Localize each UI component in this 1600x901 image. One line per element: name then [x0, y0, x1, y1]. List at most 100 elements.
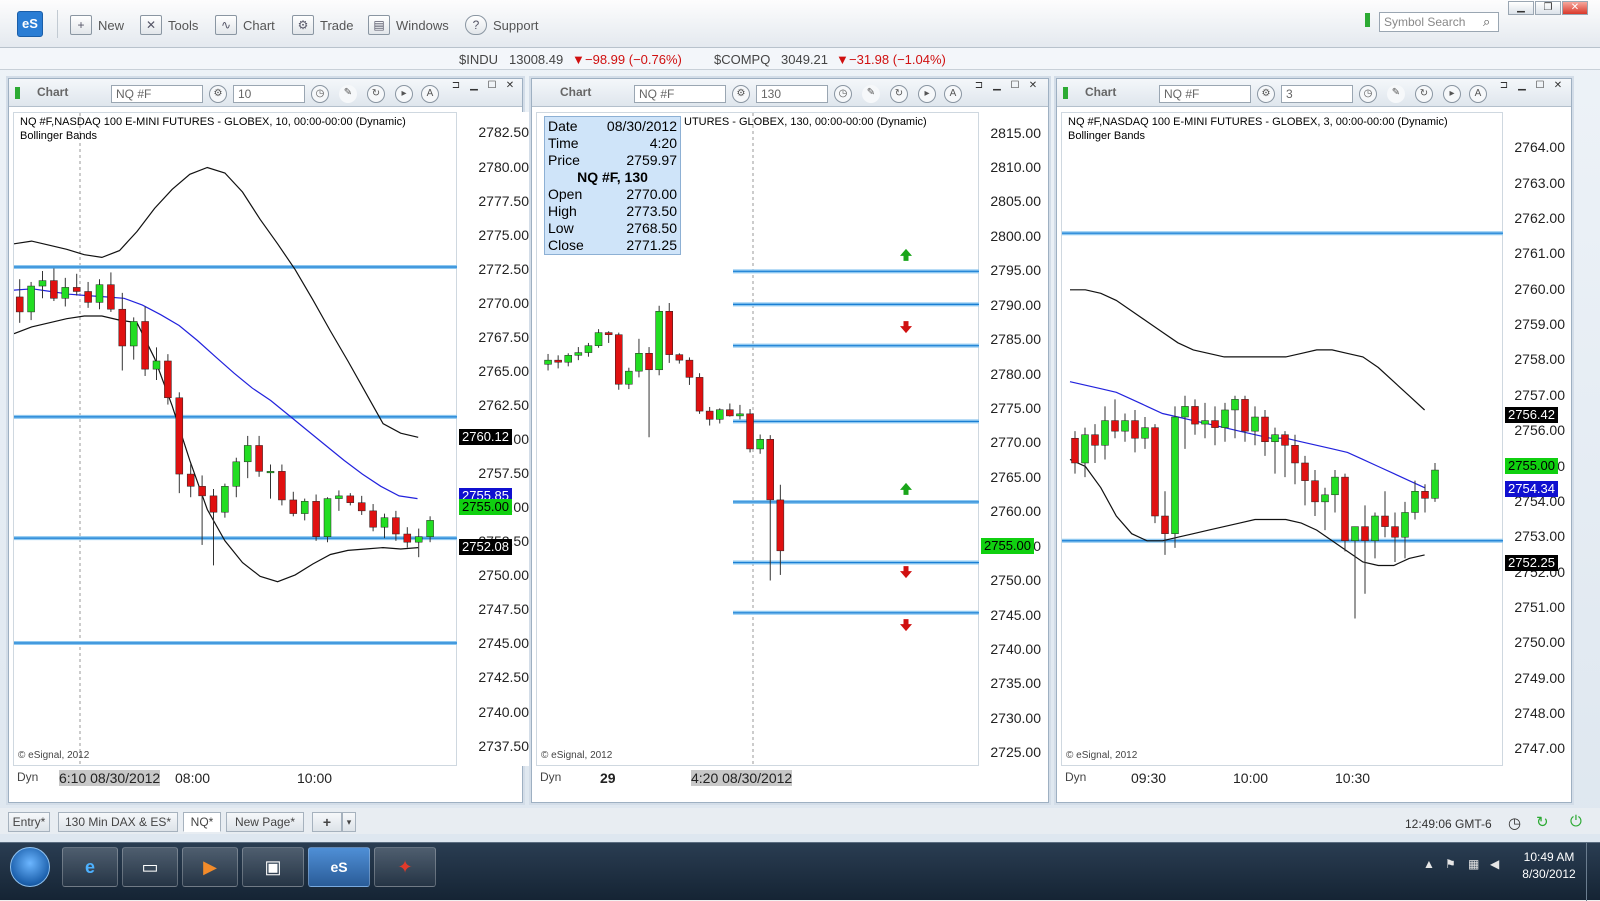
tab-130-min-dax-es[interactable]: 130 Min DAX & ES* [58, 812, 178, 832]
candle-body [1411, 491, 1419, 513]
indu-symbol[interactable]: $INDU [459, 52, 498, 67]
minimize-button[interactable]: ▁ [1508, 1, 1534, 15]
candle-body [152, 360, 161, 370]
candle-body [300, 501, 309, 514]
chart-button[interactable]: ∿ Chart [215, 14, 275, 36]
tools-button[interactable]: ✕ Tools [140, 14, 198, 36]
panel-menu-icon[interactable]: ⊐ [1497, 80, 1511, 92]
y-tick-label: 2753.00 [1514, 528, 1565, 545]
price-axis[interactable]: 2782.50 2780.00 2777.50 2775.00 2772.50 2770.… [457, 112, 533, 766]
refresh-icon[interactable]: ↻ [1415, 85, 1433, 103]
interval-combo[interactable]: 10 [233, 85, 305, 103]
power-icon[interactable]: ⏻ [1570, 813, 1582, 830]
compq-symbol[interactable]: $COMPQ [714, 52, 770, 67]
esignal-taskbar-icon[interactable]: eS [308, 847, 370, 887]
media-player-icon[interactable]: ▶ [182, 847, 238, 887]
price-plot[interactable]: UTURES - GLOBEX, 130, 00:00-00:00 (Dynam… [536, 112, 980, 767]
explorer-folder-icon[interactable]: ▭ [122, 847, 178, 887]
refresh-icon[interactable]: ↻ [367, 85, 385, 103]
dyn-label[interactable]: Dyn [17, 770, 38, 784]
price-axis[interactable]: 2764.00 2763.00 2762.00 2761.00 2760.00 2759.… [1503, 112, 1569, 766]
panel-close-icon[interactable]: ✕ [1026, 80, 1040, 92]
close-button[interactable]: ✕ [1562, 1, 1588, 15]
gear-icon[interactable]: ⚙ [209, 85, 227, 103]
price-plot[interactable]: NQ #F,NASDAQ 100 E-MINI FUTURES - GLOBEX… [1061, 112, 1504, 766]
symbol-combo[interactable]: NQ #F [1159, 85, 1251, 103]
symbol-combo[interactable]: NQ #F [634, 85, 726, 103]
clock-icon[interactable]: ◷ [1359, 85, 1377, 103]
refresh-icon[interactable]: ↻ [890, 85, 908, 103]
pencil-icon[interactable]: ✎ [862, 85, 880, 103]
windows-button[interactable]: ▤ Windows [368, 14, 449, 36]
candle-body [141, 321, 149, 370]
panel-maximize-icon[interactable]: ☐ [485, 80, 499, 92]
panel-close-icon[interactable]: ✕ [503, 80, 517, 92]
time-axis[interactable]: Dyn 09:30 10:00 10:30 [1061, 768, 1503, 788]
network-icon[interactable]: ▦ [1468, 857, 1479, 871]
candle-body [209, 495, 218, 513]
dyn-label[interactable]: Dyn [1065, 770, 1086, 784]
candle-body [1101, 420, 1109, 446]
clock-icon[interactable]: ◷ [834, 85, 852, 103]
alert-icon[interactable]: A [421, 85, 439, 103]
y-tick-label: 2780.00 [990, 365, 1041, 382]
panel-menu-icon[interactable]: ⊐ [972, 80, 986, 92]
panel-minimize-icon[interactable]: ▁ [990, 80, 1004, 92]
chart-window-130min[interactable]: Chart NQ #F ⚙ 130 ◷ ✎ ↻ ▸ A ⊐ ▁ ☐ ✕ UTUR… [531, 78, 1049, 803]
play-icon[interactable]: ▸ [918, 85, 936, 103]
symbol-combo[interactable]: NQ #F [111, 85, 203, 103]
interval-combo[interactable]: 3 [1281, 85, 1353, 103]
pencil-icon[interactable]: ✎ [1387, 85, 1405, 103]
tab-new-page[interactable]: New Page* [226, 812, 304, 832]
panel-minimize-icon[interactable]: ▁ [1515, 80, 1529, 92]
tab-nq[interactable]: NQ* [183, 812, 221, 832]
trade-button[interactable]: ⚙ Trade [292, 14, 353, 36]
start-button[interactable] [10, 847, 50, 887]
restore-button[interactable]: ❐ [1535, 1, 1561, 15]
connection-icon[interactable]: ↻ [1536, 813, 1549, 831]
play-icon[interactable]: ▸ [395, 85, 413, 103]
price-plot[interactable]: NQ #F,NASDAQ 100 E-MINI FUTURES - GLOBEX… [13, 112, 458, 767]
panel-close-icon[interactable]: ✕ [1551, 80, 1565, 92]
windows-taskbar: e ▭ ▶ ▣ eS ✦ ▲ ⚑ ▦ ◀ 10:49 AM 8/30/2012 [0, 842, 1600, 901]
panel-minimize-icon[interactable]: ▁ [467, 80, 481, 92]
pencil-icon[interactable]: ✎ [339, 85, 357, 103]
time-axis[interactable]: Dyn 29 4:20 08/30/2012 [536, 768, 979, 788]
panel-maximize-icon[interactable]: ☐ [1008, 80, 1022, 92]
tab-menu-icon[interactable]: ▾ [342, 812, 356, 832]
remote-desktop-icon[interactable]: ▣ [242, 847, 304, 887]
new-button[interactable]: + New [70, 14, 124, 36]
price-axis[interactable]: 2815.00 2810.00 2805.00 2800.00 2795.00 2790.… [979, 112, 1045, 766]
tab-entry[interactable]: Entry* [8, 812, 50, 832]
alert-icon[interactable]: A [1469, 85, 1487, 103]
system-clock[interactable]: 10:49 AM 8/30/2012 [1519, 849, 1579, 883]
alert-icon[interactable]: A [944, 85, 962, 103]
chart-window-10min[interactable]: Chart NQ #F ⚙ 10 ◷ ✎ ↻ ▸ A ⊐ ▁ ☐ ✕ NQ #F… [8, 78, 533, 803]
support-button[interactable]: ? Support [465, 14, 539, 36]
esignal-logo[interactable]: eS [17, 11, 43, 37]
clock-icon[interactable]: ◷ [311, 85, 329, 103]
add-tab-button[interactable]: + [312, 812, 342, 832]
play-icon[interactable]: ▸ [1443, 85, 1461, 103]
tray-flag-icon[interactable]: ⚑ [1445, 857, 1456, 871]
gear-icon[interactable]: ⚙ [732, 85, 750, 103]
panel-menu-icon[interactable]: ⊐ [449, 80, 463, 92]
tray-expand-icon[interactable]: ▲ [1423, 857, 1435, 871]
indicator-name: Bollinger Bands [20, 130, 98, 142]
candle-body [564, 355, 572, 363]
history-icon[interactable]: ◷ [1508, 814, 1521, 832]
gear-icon[interactable]: ⚙ [1257, 85, 1275, 103]
chart-window-3min[interactable]: Chart NQ #F ⚙ 3 ◷ ✎ ↻ ▸ A ⊐ ▁ ☐ ✕ NQ #F,… [1056, 78, 1572, 803]
panel-maximize-icon[interactable]: ☐ [1533, 80, 1547, 92]
search-icon[interactable]: ⌕ [1483, 14, 1490, 30]
symbol-search-input[interactable]: Symbol Search [1379, 12, 1499, 32]
app-icon[interactable]: ✦ [374, 847, 436, 887]
internet-explorer-icon[interactable]: e [62, 847, 118, 887]
dyn-label[interactable]: Dyn [540, 770, 561, 784]
time-axis[interactable]: Dyn 6:10 08/30/2012 08:00 10:00 [13, 768, 457, 788]
volume-icon[interactable]: ◀ [1490, 857, 1499, 871]
candle-body [129, 321, 138, 347]
indu-change: −98.99 (−0.76%) [585, 52, 682, 67]
interval-combo[interactable]: 130 [756, 85, 828, 103]
show-desktop-button[interactable] [1586, 843, 1600, 901]
